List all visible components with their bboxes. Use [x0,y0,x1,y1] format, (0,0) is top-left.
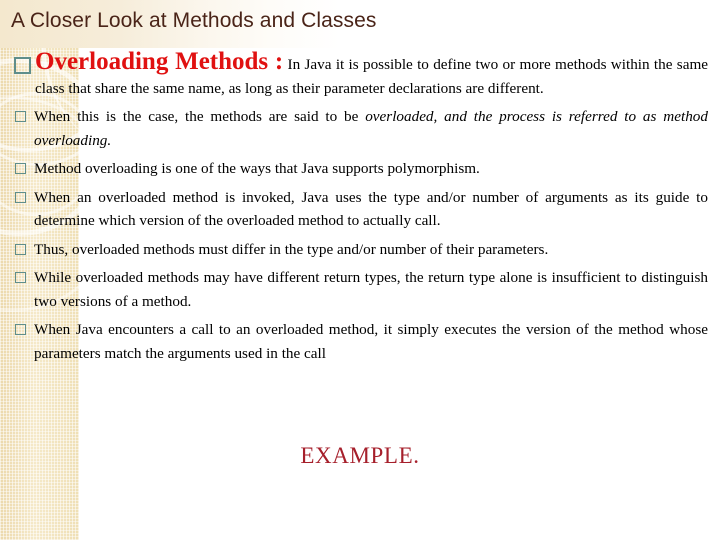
hollow-square-bullet-icon [15,272,26,283]
bullet-item-4: When an overloaded method is invoked, Ja… [0,186,720,233]
bullet-text-5: Thus, overloaded methods must differ in … [34,240,549,258]
hollow-square-bullet-icon [15,324,26,335]
bullet-item-3: Method overloading is one of the ways th… [0,157,720,181]
bullet-text-2: When this is the case, the methods are s… [34,105,708,152]
hollow-square-bullet-icon [15,111,26,122]
slide-body: Overloading Methods : In Java it is poss… [0,48,720,365]
hollow-square-bullet-icon [14,57,31,74]
slide-canvas: A Closer Look at Methods and Classes Ove… [0,0,720,540]
bullet-heading-1: Overloading Methods : [35,48,284,75]
bullet-text-7: When Java encounters a call to an overlo… [34,321,708,362]
bullet-item-1: Overloading Methods : In Java it is poss… [0,48,720,100]
hollow-square-bullet-icon [15,243,26,255]
hollow-square-bullet-icon [15,163,26,174]
bullet-item-6: While overloaded methods may have differ… [0,266,720,313]
hollow-square-bullet-icon [15,191,26,203]
bullet-text-6: While overloaded methods may have differ… [34,269,708,310]
bullet-text-1: Overloading Methods : In Java it is poss… [35,48,708,100]
bullet-text-3: Method overloading is one of the ways th… [34,160,480,177]
bullet-body-2-plain: When this is the case, the methods are s… [34,108,366,125]
bullet-item-5: Thus, overloaded methods must differ in … [0,238,720,262]
bullet-text-4: When an overloaded method is invoked, Ja… [34,188,708,230]
bullet-item-2: When this is the case, the methods are s… [0,105,720,152]
page-title: A Closer Look at Methods and Classes [11,9,377,32]
example-label: EXAMPLE. [300,443,420,468]
bullet-item-7: When Java encounters a call to an overlo… [0,318,720,365]
